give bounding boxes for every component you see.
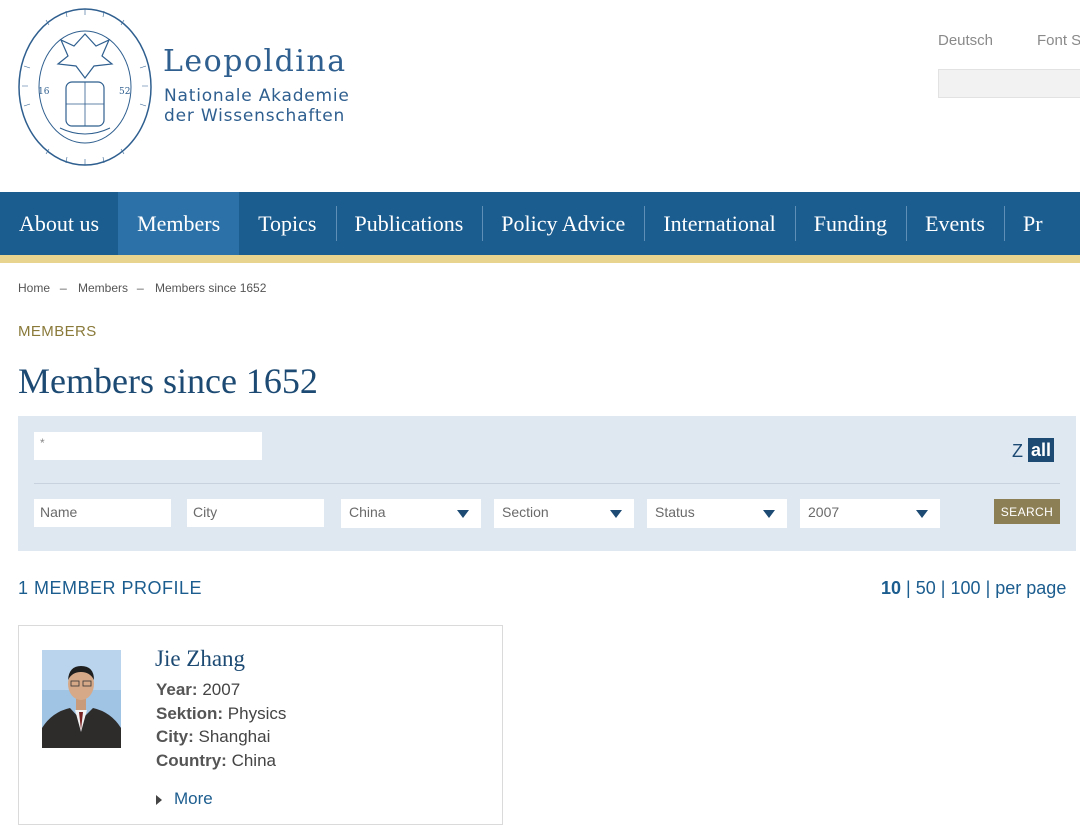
member-photo[interactable] bbox=[42, 650, 121, 748]
filter-divider bbox=[34, 483, 1060, 484]
nav-policy-advice[interactable]: Policy Advice bbox=[482, 192, 644, 255]
chevron-down-icon bbox=[610, 510, 622, 518]
member-year: Year: 2007 bbox=[156, 680, 240, 700]
nav-members[interactable]: Members bbox=[118, 192, 240, 255]
nav-press[interactable]: Pr bbox=[1003, 192, 1062, 255]
breadcrumb-separator: _ bbox=[60, 276, 67, 290]
member-section: Sektion: Physics bbox=[156, 704, 286, 724]
country-select-value: China bbox=[349, 504, 386, 520]
nav-international[interactable]: International bbox=[644, 192, 794, 255]
section-select-value: Section bbox=[502, 504, 549, 520]
member-city: City: Shanghai bbox=[156, 727, 270, 747]
nav-funding[interactable]: Funding bbox=[794, 192, 906, 255]
nav-about-us[interactable]: About us bbox=[0, 192, 118, 255]
language-link[interactable]: Deutsch bbox=[938, 32, 993, 49]
main-navigation: About us Members Topics Publications Pol… bbox=[0, 192, 1080, 255]
chevron-down-icon bbox=[457, 510, 469, 518]
member-country-value: China bbox=[231, 751, 276, 770]
svg-text:16: 16 bbox=[38, 87, 50, 97]
site-subtitle-line-2: der Wissenschaften bbox=[164, 106, 346, 126]
font-size-link[interactable]: Font S bbox=[1037, 32, 1080, 49]
per-page-selector: 10 | 50 | 100 | per page bbox=[881, 578, 1066, 599]
nav-topics[interactable]: Topics bbox=[239, 192, 335, 255]
breadcrumb-separator: _ bbox=[137, 276, 144, 290]
member-country-label: Country: bbox=[156, 751, 227, 770]
site-subtitle: Nationale Akademie der Wissenschaften bbox=[164, 86, 350, 126]
per-page-separator: | bbox=[940, 578, 946, 598]
member-country: Country: China bbox=[156, 751, 276, 771]
academy-seal-logo[interactable]: 16 52 bbox=[16, 6, 154, 168]
city-field[interactable]: City bbox=[187, 499, 324, 527]
per-page-100[interactable]: 100 bbox=[951, 578, 981, 598]
chevron-down-icon bbox=[763, 510, 775, 518]
per-page-suffix: per page bbox=[995, 578, 1067, 598]
nav-publications[interactable]: Publications bbox=[335, 192, 483, 255]
member-city-label: City: bbox=[156, 727, 194, 746]
name-field[interactable]: Name bbox=[34, 499, 171, 527]
results-count: 1 MEMBER PROFILE bbox=[18, 578, 203, 598]
member-year-value: 2007 bbox=[202, 680, 241, 699]
breadcrumb-members[interactable]: Members bbox=[78, 281, 128, 295]
country-select[interactable]: China bbox=[341, 499, 481, 528]
status-select-value: Status bbox=[655, 504, 695, 520]
member-section-value: Physics bbox=[227, 704, 287, 723]
year-select[interactable]: 2007 bbox=[800, 499, 940, 528]
nav-accent-strip bbox=[0, 255, 1080, 263]
site-subtitle-line-1: Nationale Akademie bbox=[164, 86, 350, 106]
svg-text:52: 52 bbox=[119, 87, 130, 97]
caret-right-icon bbox=[156, 794, 162, 805]
section-kicker: MEMBERS bbox=[18, 323, 97, 340]
year-select-value: 2007 bbox=[808, 504, 840, 520]
header-search-input[interactable] bbox=[938, 69, 1080, 98]
per-page-separator: | bbox=[906, 578, 911, 598]
site-title[interactable]: Leopoldina bbox=[163, 44, 347, 79]
section-select[interactable]: Section bbox=[494, 499, 634, 528]
az-all-link[interactable]: all bbox=[1028, 438, 1055, 462]
per-page-10[interactable]: 10 bbox=[881, 578, 901, 598]
more-link[interactable]: More bbox=[156, 789, 213, 809]
per-page-separator: | bbox=[985, 578, 991, 598]
page-title: Members since 1652 bbox=[18, 361, 318, 401]
fulltext-search-input[interactable]: * bbox=[34, 432, 262, 460]
per-page-50[interactable]: 50 bbox=[916, 578, 936, 598]
member-city-value: Shanghai bbox=[198, 727, 271, 746]
status-select[interactable]: Status bbox=[647, 499, 787, 528]
nav-events[interactable]: Events bbox=[906, 192, 1004, 255]
member-section-label: Sektion: bbox=[156, 704, 224, 723]
breadcrumb-home[interactable]: Home bbox=[18, 281, 50, 295]
member-year-label: Year: bbox=[156, 680, 198, 699]
breadcrumb-current: Members since 1652 bbox=[155, 281, 267, 295]
member-name[interactable]: Jie Zhang bbox=[155, 646, 245, 672]
az-letter-z[interactable]: Z bbox=[1012, 441, 1023, 462]
chevron-down-icon bbox=[916, 510, 928, 518]
search-button[interactable]: SEARCH bbox=[994, 499, 1060, 524]
more-link-label: More bbox=[174, 789, 213, 808]
